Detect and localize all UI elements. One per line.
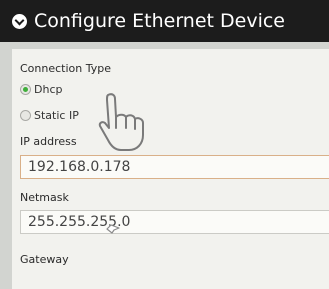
netmask-field[interactable]: 255.255.255.0 [20,210,329,234]
radio-button-dhcp[interactable] [20,84,31,95]
chevron-down-circle-icon[interactable] [12,13,27,29]
radio-label-dhcp: Dhcp [34,83,63,96]
hand-pointer-icon [98,93,144,151]
radio-option-static-ip[interactable]: Static IP [20,109,79,122]
dialog-header: Configure Ethernet Device [0,0,329,42]
ip-address-label: IP address [20,135,77,148]
dialog-title: Configure Ethernet Device [34,10,285,32]
radio-button-static-ip[interactable] [20,110,31,121]
radio-option-dhcp[interactable]: Dhcp [20,83,62,96]
connection-type-label: Connection Type [20,62,112,75]
radio-label-static-ip: Static IP [34,109,79,122]
gateway-label: Gateway [20,253,69,266]
ip-address-field[interactable]: 192.168.0.178 [20,155,329,179]
netmask-label: Netmask [20,191,69,204]
small-cursor-icon [106,224,120,234]
